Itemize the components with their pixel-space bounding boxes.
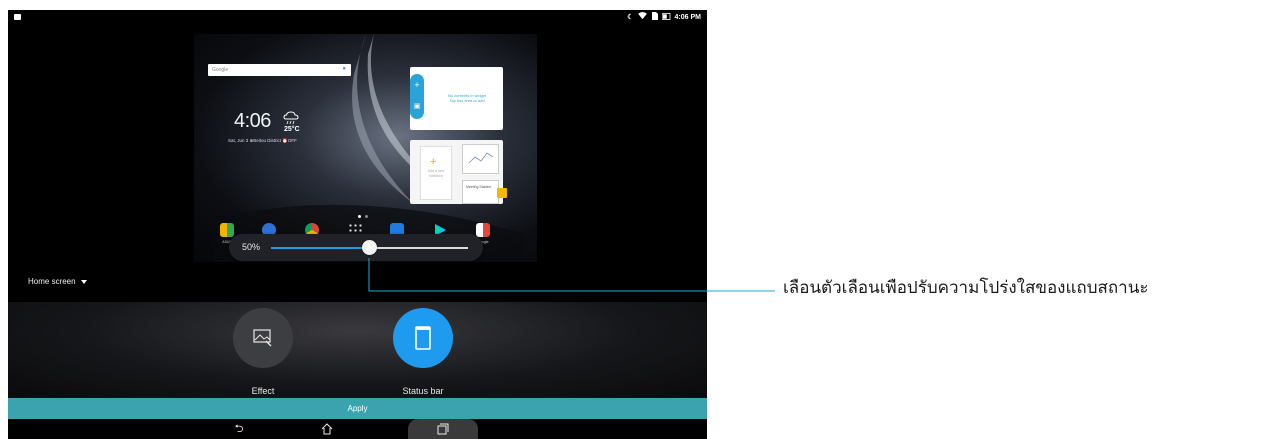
status-bar: ☾ 4:06 PM bbox=[8, 10, 707, 26]
battery-icon bbox=[661, 12, 671, 22]
effect-option[interactable]: Effect bbox=[223, 308, 303, 396]
back-icon[interactable]: ⮌ bbox=[232, 423, 246, 435]
page-dot bbox=[365, 215, 368, 218]
notebook-label: notebook bbox=[428, 173, 444, 178]
clock-widget-time: 4:06 bbox=[234, 110, 271, 132]
home-icon[interactable] bbox=[320, 423, 334, 435]
notification-image-icon bbox=[14, 14, 21, 20]
page-indicator bbox=[358, 215, 368, 218]
notebook-sketch bbox=[468, 152, 494, 164]
home-screen-preview: Google ● 4:06 25°C Sat, Jun 3 ⊕Beitou Di… bbox=[194, 34, 537, 262]
transparency-slider-panel: 50% bbox=[229, 234, 483, 261]
tablet-screen: ☾ 4:06 PM Google ● 4:06 25°C Sat, Jun 3 … bbox=[8, 10, 707, 439]
notebook-thumbnail[interactable] bbox=[462, 144, 499, 174]
google-search-label: Google bbox=[212, 67, 229, 73]
transparency-value: 50% bbox=[242, 242, 261, 252]
moon-icon: ☾ bbox=[627, 14, 634, 21]
cloud-rain-icon bbox=[283, 111, 299, 125]
status-bar-label: Status bar bbox=[402, 386, 444, 396]
effect-label: Effect bbox=[251, 386, 275, 396]
temperature: 25°C bbox=[284, 126, 300, 133]
home-screen-dropdown-label: Home screen bbox=[28, 277, 76, 286]
widget-empty-message: No contents in widget Tap this area to a… bbox=[436, 93, 498, 103]
asus-folder-icon bbox=[220, 223, 234, 237]
home-screen-dropdown[interactable]: Home screen bbox=[28, 277, 87, 286]
widget-message-line: Tap this area to add bbox=[449, 98, 485, 103]
google-search-bar[interactable]: Google ● bbox=[208, 64, 351, 76]
navigation-bar: ⮌ bbox=[8, 419, 707, 439]
status-time: 4:06 PM bbox=[674, 13, 701, 21]
page-dot bbox=[358, 215, 361, 218]
transparency-slider-fill bbox=[271, 247, 370, 249]
status-bar-option-circle[interactable] bbox=[393, 308, 453, 368]
widget-actions[interactable]: + ▣ bbox=[410, 74, 424, 119]
recent-apps-icon[interactable] bbox=[436, 423, 450, 435]
apply-button[interactable]: Apply bbox=[8, 398, 707, 419]
new-notebook-tile[interactable]: Add a new notebook bbox=[420, 146, 452, 200]
widget-edit-icon[interactable]: ▣ bbox=[410, 102, 424, 110]
effect-image-icon bbox=[253, 329, 272, 347]
add-widget-icon[interactable]: + bbox=[410, 80, 424, 90]
mic-icon[interactable]: ● bbox=[342, 66, 346, 72]
notebook-thumbnail[interactable]: Meeting Started bbox=[462, 180, 499, 204]
transparency-slider-thumb[interactable] bbox=[362, 240, 377, 255]
add-notebook-icon[interactable]: + bbox=[430, 156, 436, 168]
notebook-heading: Meeting Started bbox=[466, 185, 491, 189]
tablet-icon bbox=[415, 326, 431, 350]
no-sim-icon bbox=[651, 12, 658, 22]
status-bar-option[interactable]: Status bar bbox=[383, 308, 463, 396]
date-location-line: Sat, Jun 3 ⊕Beitou District ⏰OFF bbox=[228, 138, 297, 143]
notes-app-icon bbox=[497, 188, 507, 198]
callout-instruction: เลือนตัวเลือนเพือปรับความโปร่งใสของแถบสถ… bbox=[783, 278, 1149, 298]
google-folder-icon bbox=[476, 223, 490, 237]
customization-options: Effect Status bar bbox=[8, 302, 707, 398]
wifi-icon bbox=[637, 12, 647, 22]
status-icons: ☾ 4:06 PM bbox=[627, 12, 701, 22]
effect-option-circle[interactable] bbox=[233, 308, 293, 368]
caret-down-icon bbox=[80, 279, 87, 284]
